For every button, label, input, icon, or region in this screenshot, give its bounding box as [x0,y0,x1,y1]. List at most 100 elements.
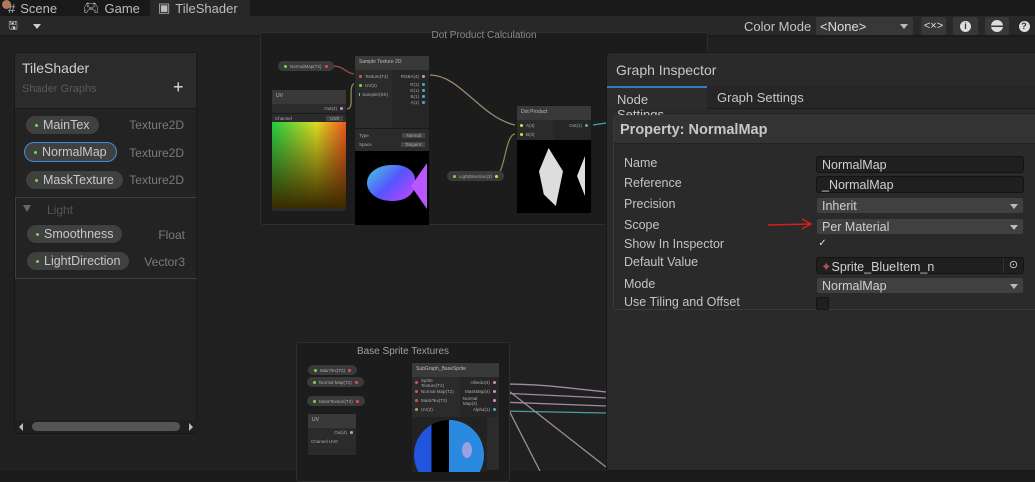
property-lightdirection[interactable]: LightDirection [26,251,131,271]
output-port[interactable]: Albedo(4) [463,378,496,387]
node-title: Dot Product [517,106,591,120]
tab-node-settings[interactable]: Node Settings [607,86,707,122]
edge [592,122,607,126]
normalmap-property-node[interactable]: Normal Map(T2) [307,377,364,387]
use-tiling-offset-checkbox[interactable] [816,297,829,310]
property-dot-icon [36,232,39,236]
mode-dropdown[interactable]: NormalMap [816,277,1024,294]
normalmap-property-node[interactable]: NormalMap(T2) [278,61,334,71]
default-value-field[interactable]: ✦Sprite_BlueItem_n ⊙ [816,257,1024,274]
blackboard-toggle-button[interactable]: <×> [921,17,946,35]
tab-graph-settings[interactable]: Graph Settings [707,86,814,109]
object-picker-icon[interactable]: ⊙ [1003,258,1023,273]
node-preview [355,151,429,225]
tab-game[interactable]: 🎮︎ Game [75,0,148,16]
save-button[interactable]: 🖫 [4,17,22,35]
node-label: LightDirection(3) [459,173,493,179]
edge [499,383,607,468]
add-property-button[interactable]: + [173,77,184,98]
save-dropdown-button[interactable] [27,17,47,35]
edge [429,74,516,126]
node-title: UV [272,90,346,104]
input-port[interactable]: Texture(T2) [359,72,388,81]
property-maintex[interactable]: MainTex [25,115,100,135]
output-port[interactable]: A(1) [396,99,425,105]
tab-tileshader[interactable]: ▣ TileShader [150,0,250,16]
output-port[interactable]: RGBA(4) [396,72,425,81]
name-field[interactable]: NormalMap [816,156,1024,173]
property-dot-icon [34,150,37,154]
main-preview-toggle-button[interactable] [985,17,1009,35]
gamepad-icon: 🎮︎ [83,0,100,15]
input-port[interactable]: MaskTex(T2) [415,396,457,405]
default-value-label: Default Value [624,255,699,269]
color-mode-label: Color Mode [744,19,812,34]
reference-field[interactable]: _NormalMap [816,176,1024,193]
scroll-right-icon[interactable] [189,423,193,431]
lightdirection-property-node[interactable]: LightDirection(3) [447,171,505,181]
inspector-title: Graph Inspector [616,62,717,78]
group-title: Base Sprite Textures [356,346,450,357]
channel-dropdown[interactable]: Channel UV0 [272,113,346,122]
help-icon: ? [1018,20,1030,32]
property-dot-icon [35,123,38,127]
maintex-property-node[interactable]: MainTex(T2) [308,365,358,375]
property-dot-icon [36,259,39,263]
precision-label: Precision [624,197,676,211]
name-label: Name [624,156,658,170]
input-port[interactable]: Sprite Texture(T2) [415,378,457,388]
input-port[interactable]: A(3) [520,121,551,130]
save-icon: 🖫 [8,19,18,32]
uv-node[interactable]: UV Out(4) Channel UV0 [307,413,357,456]
space-dropdown[interactable]: Space Tangent [359,140,425,149]
chevron-down-icon [1010,204,1018,209]
input-port[interactable]: UV(2) [415,405,457,414]
output-port[interactable]: Out(4) [308,428,356,437]
property-normalmap[interactable]: NormalMap [24,142,117,162]
masktexture-property-node[interactable]: MaskTexture(T2) [307,396,365,406]
info-icon: i [960,20,971,32]
horizontal-scrollbar[interactable] [15,420,197,433]
show-in-inspector-checkbox[interactable]: ✓ [816,237,829,250]
output-port[interactable]: Out(4) [272,104,346,113]
chevron-down-icon [1010,284,1018,289]
chevron-down-icon [900,24,908,29]
property-type: Vector3 [144,255,185,269]
property-masktexture[interactable]: MaskTexture [25,170,124,190]
expand-triangle-icon[interactable] [23,205,31,212]
category-name[interactable]: Light [47,203,73,217]
type-dropdown[interactable]: Type Normal [359,131,425,140]
input-port[interactable]: UV(2) [359,81,388,90]
precision-dropdown[interactable]: Inherit [816,197,1024,214]
input-port[interactable]: Normal Map(T2) [415,387,457,396]
property-type: Texture2D [129,146,184,160]
uv-node[interactable]: UV Out(4) Channel UV0 [271,89,347,212]
preview-icon [991,20,1003,32]
input-port[interactable]: Sampler(SS) [359,90,388,99]
editor-tab-bar: # Scene 🎮︎ Game ▣ TileShader [0,0,1035,16]
output-port[interactable]: Alpha(1) [463,405,496,414]
category-light: Light Smoothness Float LightDirection Ve… [15,197,197,279]
sample-texture-2d-node[interactable]: Sample Texture 2D Texture(T2) UV(2) Samp… [354,55,430,225]
color-mode-dropdown[interactable]: <None> [816,17,913,35]
dot-product-node[interactable]: Dot Product A(3) B(3) Out(1) [516,105,592,214]
scrollbar-thumb[interactable] [32,422,180,431]
subgraph-base-sprite-node[interactable]: SubGraph_BaseSprite Sprite Texture(T2) N… [411,362,500,472]
edge [499,383,607,393]
output-port[interactable]: Normal Map(4) [463,396,496,406]
blackboard-subtitle: Shader Graphs [22,83,97,95]
texture-thumbnail-icon: ✦ [821,260,832,274]
property-smoothness[interactable]: Smoothness [26,224,124,244]
input-port[interactable]: B(3) [520,130,551,139]
scroll-left-icon[interactable] [19,423,23,431]
help-button[interactable]: ? [1013,17,1035,35]
output-port[interactable]: Out(1) [557,121,588,130]
graph-inspector-toggle-button[interactable]: i [953,17,978,35]
channel-dropdown[interactable]: Channel UV0 [308,437,356,446]
scope-dropdown[interactable]: Per Material [816,218,1024,235]
property-type: Texture2D [129,173,184,187]
node-title: SubGraph_BaseSprite [412,363,499,377]
property-settings: Property: NormalMap Name NormalMap Refer… [613,115,1035,310]
node-title: Sample Texture 2D [355,56,429,70]
property-type: Texture2D [129,118,184,132]
